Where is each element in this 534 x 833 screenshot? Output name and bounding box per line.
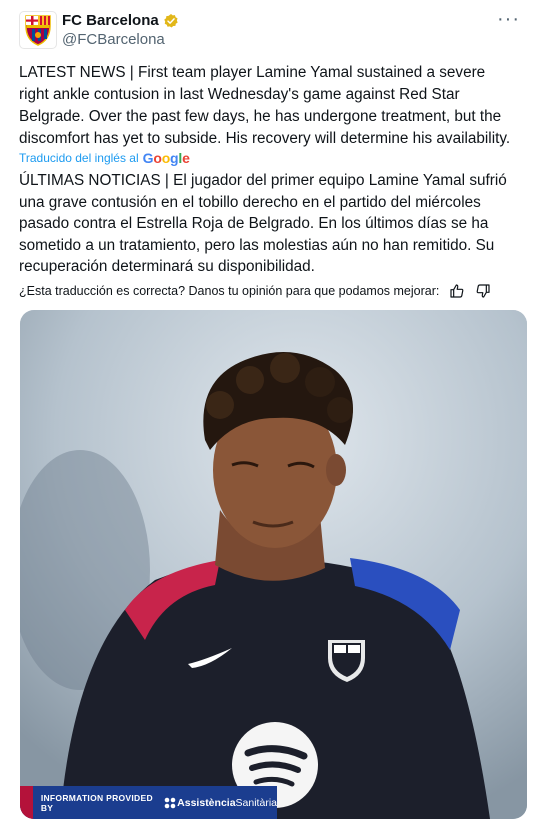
translation-feedback-question: ¿Esta traducción es correcta? Danos tu o… [19,284,440,298]
sponsor-name-part2: Sanitària [235,796,277,809]
thumbs-up-icon[interactable] [449,283,465,299]
thumbs-down-icon[interactable] [475,283,491,299]
tweet-card[interactable]: FC Barcelona @FCBarcelona ··· LATEST NEW… [0,0,534,833]
tweet-text-translated: ÚLTIMAS NOTICIAS | El jugador del primer… [19,172,507,275]
avatar[interactable] [19,11,57,49]
translated-by-label: Traducido del inglés al [19,151,139,165]
fc-barcelona-crest-icon [25,15,51,46]
banner-label: INFORMATION PROVIDED BY [40,792,153,813]
info-banner: INFORMATION PROVIDED BY Assistència Sanit… [20,786,277,819]
player-photo [20,310,527,819]
google-logo: Google [142,150,190,166]
tweet-media-photo[interactable]: INFORMATION PROVIDED BY Assistència Sanit… [20,310,527,819]
more-options-icon[interactable]: ··· [497,8,520,31]
translation-feedback-row: ¿Esta traducción es correcta? Danos tu o… [19,283,491,299]
verified-badge-icon [163,13,178,28]
translated-by-line[interactable]: Traducido del inglés al Google [19,150,190,166]
sponsor-name-part1: Assistència [177,796,236,809]
author-name-row[interactable]: FC Barcelona [62,12,179,29]
sponsor-logo: Assistència Sanitària [163,796,277,810]
banner-accent-bar [20,786,33,819]
handle[interactable]: @FCBarcelona [62,31,165,48]
tweet-text-original: LATEST NEWS | First team player Lamine Y… [19,64,511,147]
medical-cross-icon [164,797,176,808]
display-name[interactable]: FC Barcelona [62,12,159,29]
